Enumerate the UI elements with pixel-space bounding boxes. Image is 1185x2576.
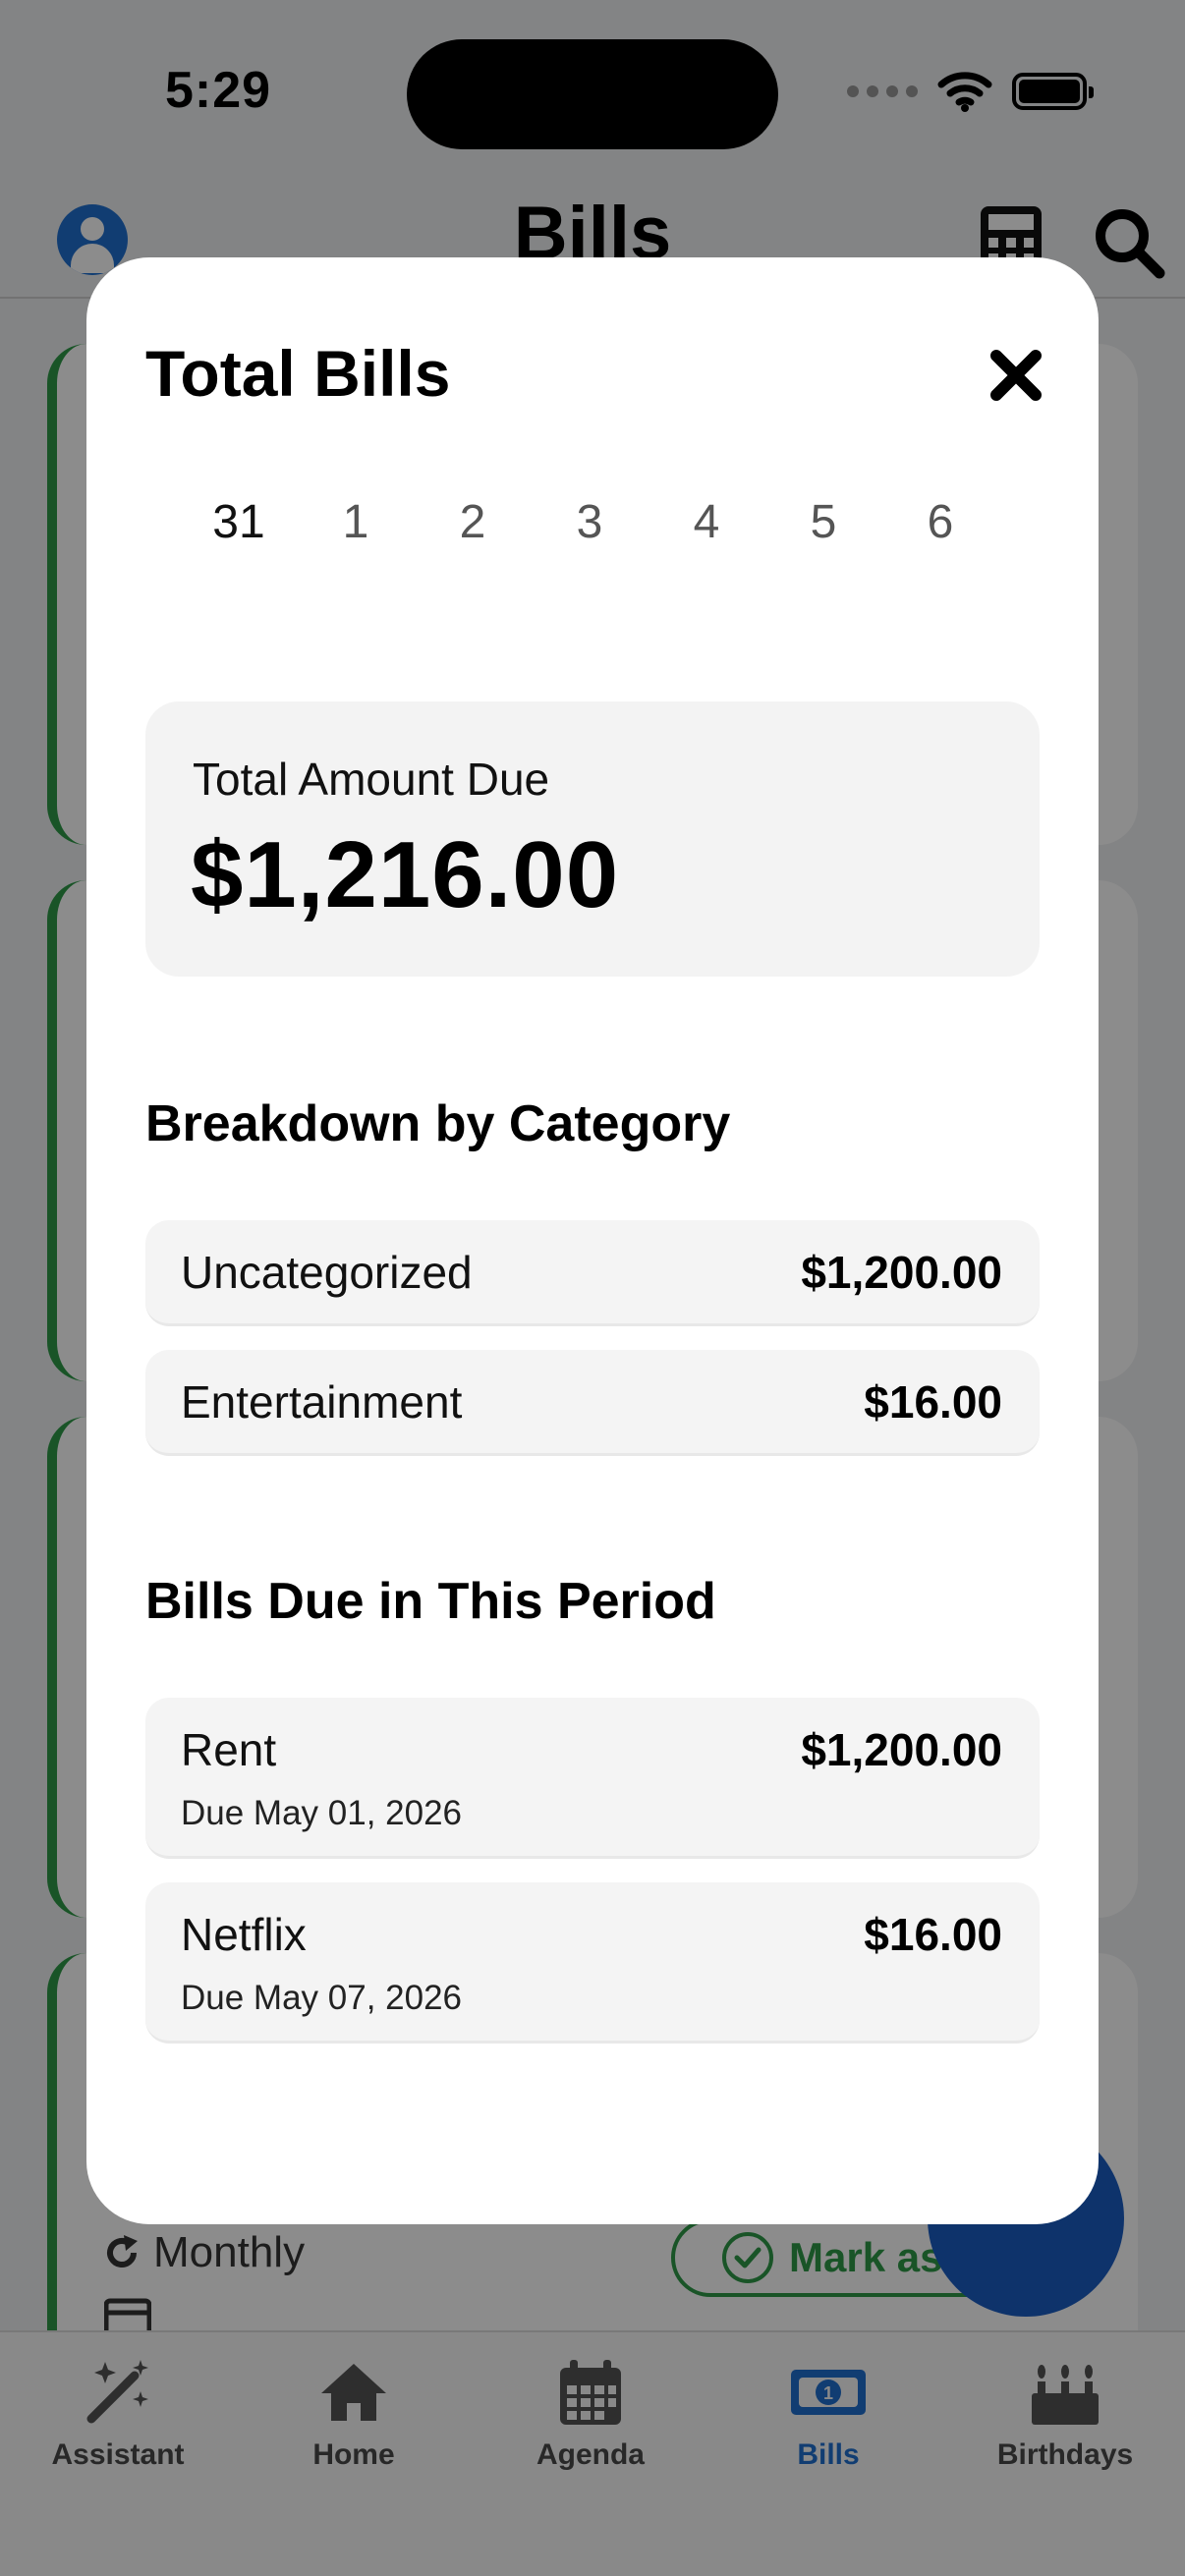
- total-amount-card: Total Amount Due $1,216.00: [145, 701, 1040, 977]
- close-icon: [990, 350, 1042, 401]
- total-bills-modal: Total Bills 31 1 2 3 4 5 6 Total Amount …: [86, 257, 1099, 2224]
- date-item[interactable]: 31: [185, 495, 293, 549]
- bill-due-row[interactable]: Rent $1,200.00 Due May 01, 2026: [145, 1698, 1040, 1859]
- category-amount: $1,200.00: [801, 1247, 1002, 1298]
- date-item[interactable]: 6: [886, 495, 994, 549]
- total-amount-value: $1,216.00: [191, 822, 620, 927]
- modal-title: Total Bills: [145, 337, 451, 410]
- bill-name: Netflix: [181, 1909, 307, 1960]
- date-item[interactable]: 4: [652, 495, 761, 549]
- bill-amount: $16.00: [864, 1909, 1002, 1960]
- category-name: Entertainment: [181, 1376, 463, 1428]
- close-button[interactable]: [979, 338, 1053, 413]
- category-amount: $16.00: [864, 1376, 1002, 1428]
- date-item[interactable]: 3: [536, 495, 644, 549]
- date-item[interactable]: 1: [302, 495, 410, 549]
- bill-amount: $1,200.00: [801, 1724, 1002, 1775]
- date-item[interactable]: 2: [419, 495, 527, 549]
- bill-name: Rent: [181, 1724, 277, 1775]
- date-item[interactable]: 5: [769, 495, 877, 549]
- bill-due-date: Due May 01, 2026: [181, 1794, 463, 1832]
- category-row: Uncategorized $1,200.00: [145, 1220, 1040, 1326]
- screen: 5:29 Bills Monthly Mark as Pa Assistant …: [0, 0, 1185, 2576]
- bill-due-row[interactable]: Netflix $16.00 Due May 07, 2026: [145, 1882, 1040, 2044]
- total-amount-label: Total Amount Due: [193, 754, 550, 805]
- breakdown-section-title: Breakdown by Category: [145, 1095, 731, 1152]
- category-row: Entertainment $16.00: [145, 1350, 1040, 1456]
- bills-due-section-title: Bills Due in This Period: [145, 1573, 716, 1630]
- category-name: Uncategorized: [181, 1247, 473, 1298]
- bill-due-date: Due May 07, 2026: [181, 1979, 463, 2017]
- date-picker-strip: 31 1 2 3 4 5 6: [185, 495, 1010, 574]
